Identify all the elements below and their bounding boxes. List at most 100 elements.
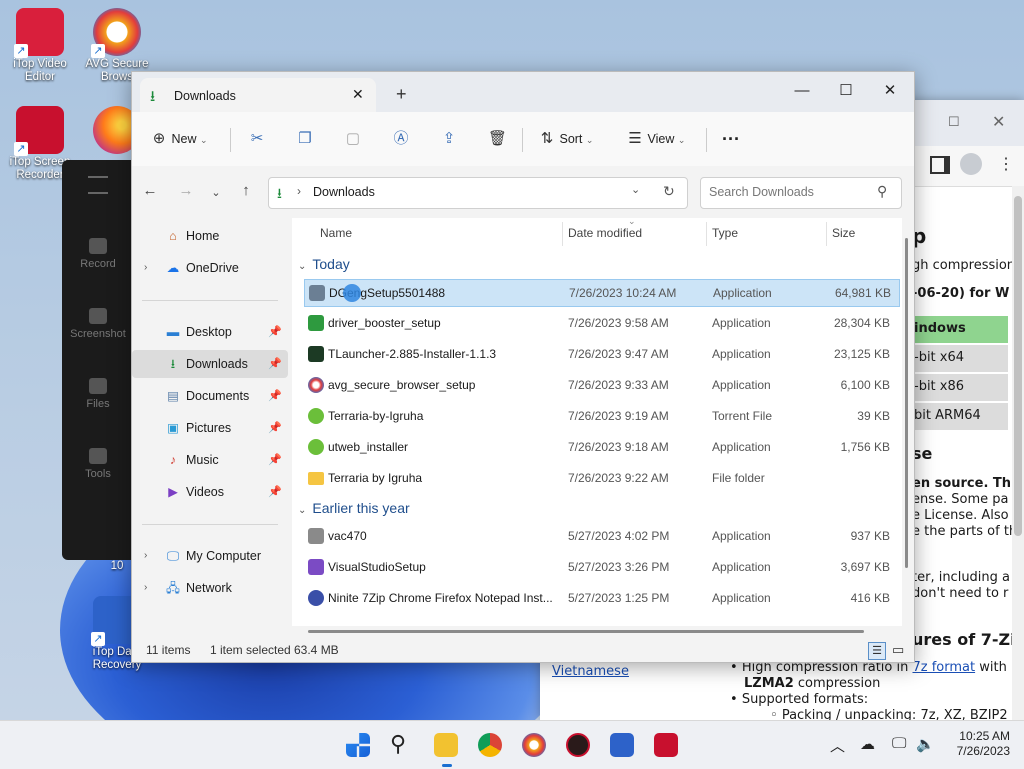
- pin-icon: 📌: [268, 390, 282, 402]
- chevron-up-icon[interactable]: ︿: [830, 735, 845, 756]
- see-more-icon[interactable]: ···: [722, 126, 740, 152]
- column-header-type[interactable]: Type: [712, 226, 738, 240]
- group-header-earlier[interactable]: ⌄ Earlier this year: [298, 500, 410, 516]
- search-input[interactable]: Search Downloads ⚲: [700, 177, 902, 209]
- text-fragment: en source. Th: [912, 476, 1012, 491]
- start-icon[interactable]: [346, 733, 370, 757]
- minimize-button[interactable]: —: [780, 76, 824, 106]
- table-row[interactable]: utweb_installer 7/26/2023 9:18 AM Applicat…: [304, 434, 898, 460]
- scissors-icon: ✂: [250, 130, 264, 147]
- recorder-screenshot[interactable]: Screenshot: [62, 308, 134, 340]
- file-list-scrollbar[interactable]: [902, 218, 912, 626]
- table-row[interactable]: TLauncher-2.885-Installer-1.1.3 7/26/2023…: [304, 341, 898, 367]
- copy-button[interactable]: ❐: [296, 126, 314, 152]
- tab-downloads[interactable]: ⭳ Downloads ✕: [140, 78, 376, 112]
- close-button[interactable]: ✕: [868, 76, 912, 106]
- clock[interactable]: 10:25 AM 7/26/2023: [940, 729, 1010, 759]
- computer-icon: 🖵: [166, 549, 180, 563]
- nav-documents[interactable]: ▤ Documents 📌: [132, 382, 288, 410]
- maximize-button[interactable]: ☐: [824, 76, 868, 106]
- download-row-arm64[interactable]: bit ARM64: [912, 403, 1008, 432]
- recorder-record[interactable]: Record: [62, 238, 134, 270]
- column-header-size[interactable]: Size: [832, 226, 855, 240]
- file-explorer-icon[interactable]: [434, 733, 458, 757]
- nav-music[interactable]: ♪ Music 📌: [132, 446, 288, 474]
- address-dropdown-icon[interactable]: ⌄: [631, 183, 640, 196]
- view-button[interactable]: ☰ View ⌄: [626, 126, 685, 152]
- nav-network[interactable]: › 🖧 Network: [132, 574, 288, 602]
- share-button[interactable]: ⇪: [440, 126, 458, 152]
- itop-screen-recorder-icon[interactable]: [654, 733, 678, 757]
- table-row[interactable]: DGengSetup5501488 7/26/2023 10:24 AM Appli…: [304, 279, 900, 307]
- chevron-right-icon[interactable]: ›: [144, 542, 147, 570]
- column-header-name[interactable]: Name: [320, 226, 352, 240]
- table-row[interactable]: Terraria by Igruha 7/26/2023 9:22 AM File …: [304, 465, 898, 491]
- avg-browser-icon[interactable]: [522, 733, 546, 757]
- nav-videos[interactable]: ▶ Videos 📌: [132, 478, 288, 506]
- table-row[interactable]: vac470 5/27/2023 4:02 PM Application 937 KB: [304, 523, 898, 549]
- link-7z-format[interactable]: 7z format: [912, 660, 975, 675]
- display-icon[interactable]: 🖵: [892, 735, 906, 752]
- search-icon[interactable]: ⚲: [390, 731, 406, 757]
- nav-downloads[interactable]: ⭳ Downloads 📌: [132, 350, 288, 378]
- maximize-icon[interactable]: ☐: [948, 114, 960, 130]
- nav-desktop[interactable]: ▬ Desktop 📌: [132, 318, 288, 346]
- horizontal-scrollbar[interactable]: [308, 630, 864, 633]
- recorder-files[interactable]: Files: [62, 378, 134, 410]
- sort-button[interactable]: ⇅ Sort ⌄: [538, 126, 594, 152]
- back-arrow-icon[interactable]: ←: [138, 182, 162, 199]
- forward-arrow-icon[interactable]: →: [174, 182, 198, 199]
- recent-chevron-icon[interactable]: ⌄: [204, 186, 228, 199]
- avg-browser-icon: [308, 377, 324, 393]
- sidebar-icon[interactable]: [930, 156, 950, 174]
- chrome-icon[interactable]: [478, 733, 502, 757]
- refresh-icon[interactable]: ↻: [663, 183, 675, 200]
- address-bar-row: ← → ⌄ ↑ ⭳ › Downloads ⌄ ↻ Search Downloa…: [132, 166, 914, 218]
- link-vietnamese[interactable]: Vietnamese: [552, 664, 629, 679]
- cloud-icon: ☁: [166, 261, 180, 275]
- itop-app-icon[interactable]: [566, 733, 590, 757]
- pin-icon: 📌: [268, 358, 282, 370]
- group-header-today[interactable]: ⌄ Today: [298, 256, 350, 272]
- nav-home[interactable]: ⌂ Home: [132, 222, 288, 250]
- up-arrow-icon[interactable]: ↑: [234, 182, 258, 199]
- download-row-x64[interactable]: -bit x64: [912, 345, 1008, 374]
- close-tab-icon[interactable]: ✕: [352, 86, 364, 103]
- breadcrumb[interactable]: Downloads: [313, 185, 375, 199]
- column-header-date[interactable]: Date modified: [568, 226, 642, 240]
- chevron-right-icon[interactable]: ›: [144, 574, 147, 602]
- nav-pictures[interactable]: ▣ Pictures 📌: [132, 414, 288, 442]
- table-row[interactable]: driver_booster_setup 7/26/2023 9:58 AM App…: [304, 310, 898, 336]
- download-row-x86[interactable]: -bit x86: [912, 374, 1008, 403]
- table-row[interactable]: Ninite 7Zip Chrome Firefox Notepad Inst.…: [304, 585, 898, 611]
- details-view-icon[interactable]: ☰: [868, 642, 886, 660]
- tlauncher-icon: [308, 346, 324, 362]
- table-row[interactable]: avg_secure_browser_setup 7/26/2023 9:33 A…: [304, 372, 898, 398]
- close-icon[interactable]: ✕: [992, 112, 1005, 132]
- desktop-icon-itop-video-editor[interactable]: ↗ iTop Video Editor: [0, 8, 80, 84]
- new-tab-icon[interactable]: +: [396, 84, 407, 105]
- network-off-icon[interactable]: ☁: [860, 735, 875, 753]
- profile-avatar[interactable]: [960, 153, 982, 175]
- paste-button[interactable]: ▢: [344, 126, 362, 152]
- address-box[interactable]: ⭳ › Downloads ⌄ ↻: [268, 177, 688, 209]
- bullet-compression-line2: LZMA2 compression: [744, 676, 881, 691]
- recorder-tools[interactable]: Tools: [62, 448, 134, 480]
- new-button[interactable]: ⊕ New ⌄: [150, 126, 208, 152]
- menu-icon[interactable]: [88, 176, 108, 194]
- table-row[interactable]: VisualStudioSetup 5/27/2023 3:26 PM Applic…: [304, 554, 898, 580]
- rename-button[interactable]: Ⓐ: [392, 126, 410, 152]
- browser-scrollbar[interactable]: [1012, 186, 1024, 720]
- nav-my-computer[interactable]: › 🖵 My Computer: [132, 542, 288, 570]
- document-icon: ▤: [167, 389, 179, 403]
- network-icon: 🖧: [166, 581, 180, 595]
- itop-data-recovery-icon[interactable]: [610, 733, 634, 757]
- more-menu-icon[interactable]: ⋮: [998, 154, 1014, 174]
- chevron-right-icon[interactable]: ›: [144, 254, 147, 282]
- table-row[interactable]: Terraria-by-Igruha 7/26/2023 9:19 AM Torre…: [304, 403, 898, 429]
- delete-button[interactable]: 🗑: [488, 126, 507, 152]
- nav-onedrive[interactable]: › ☁ OneDrive: [132, 254, 288, 282]
- tiles-view-icon[interactable]: ▭: [892, 642, 904, 658]
- volume-icon[interactable]: 🔈: [916, 735, 935, 753]
- cut-button[interactable]: ✂: [248, 126, 266, 152]
